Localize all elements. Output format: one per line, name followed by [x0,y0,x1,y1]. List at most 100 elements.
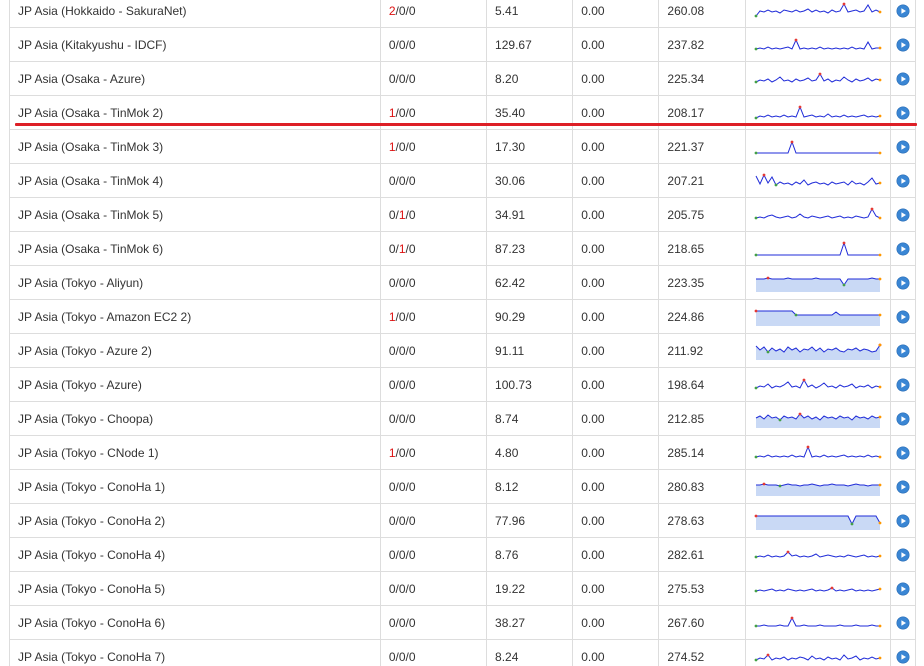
row-action-cell[interactable] [889,367,917,402]
row-action-cell[interactable] [889,605,917,640]
sparkline-last-point [878,483,882,486]
play-circle-icon[interactable] [896,72,910,86]
row-action-cell[interactable] [889,0,917,28]
sparkline-area [755,515,880,530]
loss-count-3: 0 [408,275,416,290]
row-action-cell[interactable] [889,537,917,572]
sparkline-last-point [878,10,882,13]
max-value: 275.53 [658,571,746,606]
node-table-body: JP Asia (Hokkaido - SakuraNet) 2/0/0 5.4… [9,0,917,666]
row-action-cell[interactable] [889,129,917,164]
row-action-cell[interactable] [889,265,917,300]
table-row: JP Asia (Hokkaido - SakuraNet) 2/0/0 5.4… [9,0,917,28]
latency-value: 8.74 [486,401,574,436]
row-action-cell[interactable] [889,333,917,368]
loss-count-3: 0 [408,513,416,528]
max-value: 267.60 [658,605,746,640]
sparkline-peak-point [754,514,758,517]
node-name: JP Asia (Tokyo - Aliyun) [9,265,381,300]
jitter-value: 0.00 [572,605,660,640]
row-action-cell[interactable] [889,197,917,232]
loss-count-3: 0 [408,479,416,494]
loss-count-3: 0 [408,37,416,52]
sparkline-low-point [778,484,782,487]
loss-count-3: 0 [408,139,416,154]
latency-value: 17.30 [486,129,574,164]
sparkline-chart [754,309,882,326]
sparkline-last-point [878,46,882,49]
loss-count-2: 0 [398,479,406,494]
play-circle-icon[interactable] [896,616,910,630]
latency-value: 19.22 [486,571,574,606]
latency-value: 90.29 [486,299,574,334]
loss-counts: 0/0/0 [379,605,488,640]
sparkline-peak-point [762,482,766,485]
jitter-value: 0.00 [572,503,660,538]
row-action-cell[interactable] [889,435,917,470]
loss-count-1: 1 [388,309,396,324]
node-name: JP Asia (Tokyo - ConoHa 1) [9,469,381,504]
row-action-cell[interactable] [889,401,917,436]
loss-count-1: 0 [388,615,396,630]
play-circle-icon[interactable] [896,208,910,222]
table-row: JP Asia (Tokyo - ConoHa 7) 0/0/0 8.24 0.… [9,639,917,666]
latency-value: 8.24 [486,639,574,666]
loss-count-2: 0 [398,139,406,154]
play-circle-icon[interactable] [896,582,910,596]
loss-counts: 0/0/0 [379,571,488,606]
sparkline-chart [754,616,882,627]
loss-count-3: 0 [408,207,416,222]
sparkline-last-point [878,151,882,154]
table-row: JP Asia (Osaka - TinMok 3) 1/0/0 17.30 0… [9,129,917,164]
sparkline-peak-point [842,241,846,244]
row-action-cell[interactable] [889,503,917,538]
row-action-cell[interactable] [889,231,917,266]
play-circle-icon[interactable] [896,650,910,664]
play-circle-icon[interactable] [896,344,910,358]
play-circle-icon[interactable] [896,276,910,290]
max-value: 285.14 [658,435,746,470]
play-circle-icon[interactable] [896,106,910,120]
sparkline-cell [744,231,891,266]
play-circle-icon[interactable] [896,310,910,324]
loss-count-3: 0 [408,581,416,596]
loss-counts: 0/0/0 [379,163,488,198]
loss-counts: 0/0/0 [379,401,488,436]
sparkline-cell [744,265,891,300]
play-circle-icon[interactable] [896,514,910,528]
jitter-value: 0.00 [572,469,660,504]
play-circle-icon[interactable] [896,412,910,426]
sparkline-line [755,173,880,186]
row-action-cell[interactable] [889,299,917,334]
loss-count-2: 0 [398,173,406,188]
max-value: 278.63 [658,503,746,538]
sparkline-line [755,550,880,558]
play-circle-icon[interactable] [896,548,910,562]
loss-count-2: 0 [398,649,406,664]
jitter-value: 0.00 [572,435,660,470]
row-action-cell[interactable] [889,27,917,62]
sparkline-line [755,72,880,83]
row-action-cell[interactable] [889,469,917,504]
play-circle-icon[interactable] [896,38,910,52]
sparkline-last-point [878,554,882,557]
play-circle-icon[interactable] [896,378,910,392]
row-action-cell[interactable] [889,163,917,198]
play-circle-icon[interactable] [896,4,910,18]
sparkline-area [755,310,880,326]
row-action-cell[interactable] [889,571,917,606]
play-circle-icon[interactable] [896,174,910,188]
play-circle-icon[interactable] [896,480,910,494]
table-row: JP Asia (Tokyo - ConoHa 5) 0/0/0 19.22 0… [9,571,917,606]
table-row: JP Asia (Tokyo - ConoHa 2) 0/0/0 77.96 0… [9,503,917,538]
table-row: JP Asia (Tokyo - ConoHa 6) 0/0/0 38.27 0… [9,605,917,640]
play-circle-icon[interactable] [896,140,910,154]
play-circle-icon[interactable] [896,446,910,460]
loss-counts: 0/0/0 [379,469,488,504]
play-circle-icon[interactable] [896,242,910,256]
sparkline-cell [744,61,891,96]
loss-count-1: 0 [388,275,396,290]
row-action-cell[interactable] [889,61,917,96]
row-action-cell[interactable] [889,639,917,666]
latency-value: 4.80 [486,435,574,470]
